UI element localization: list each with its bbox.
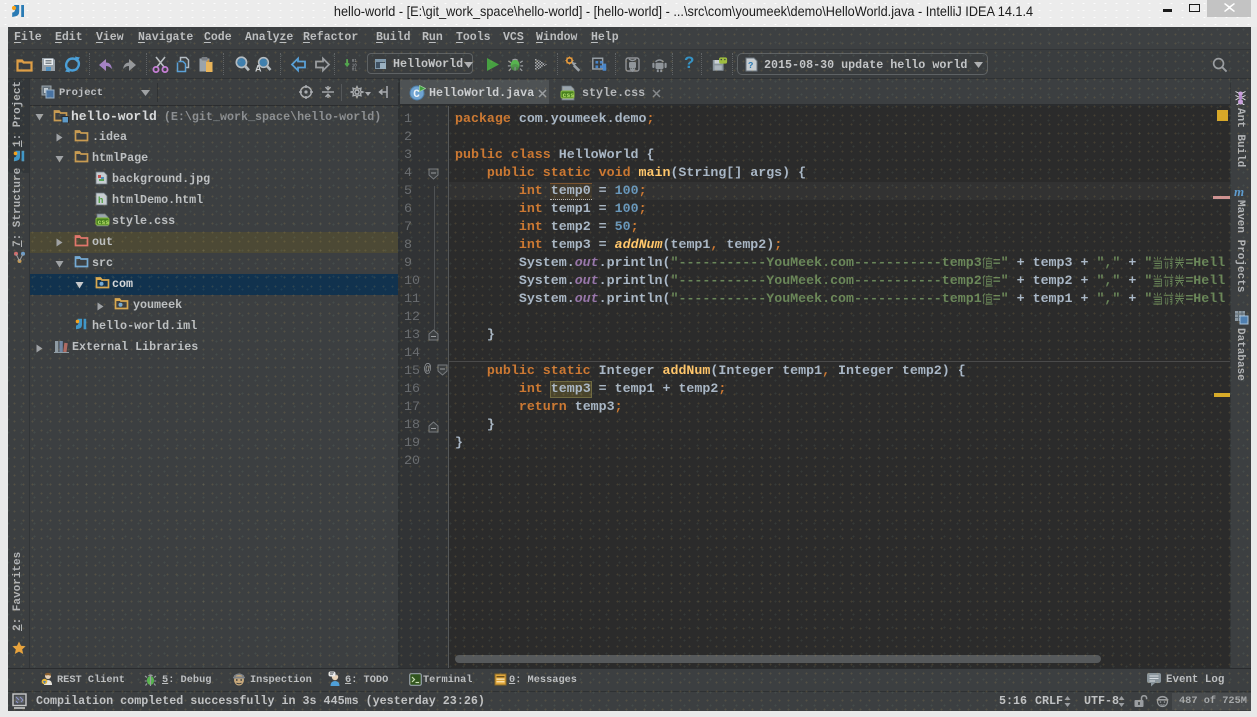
svg-text:m: m <box>1234 184 1244 198</box>
